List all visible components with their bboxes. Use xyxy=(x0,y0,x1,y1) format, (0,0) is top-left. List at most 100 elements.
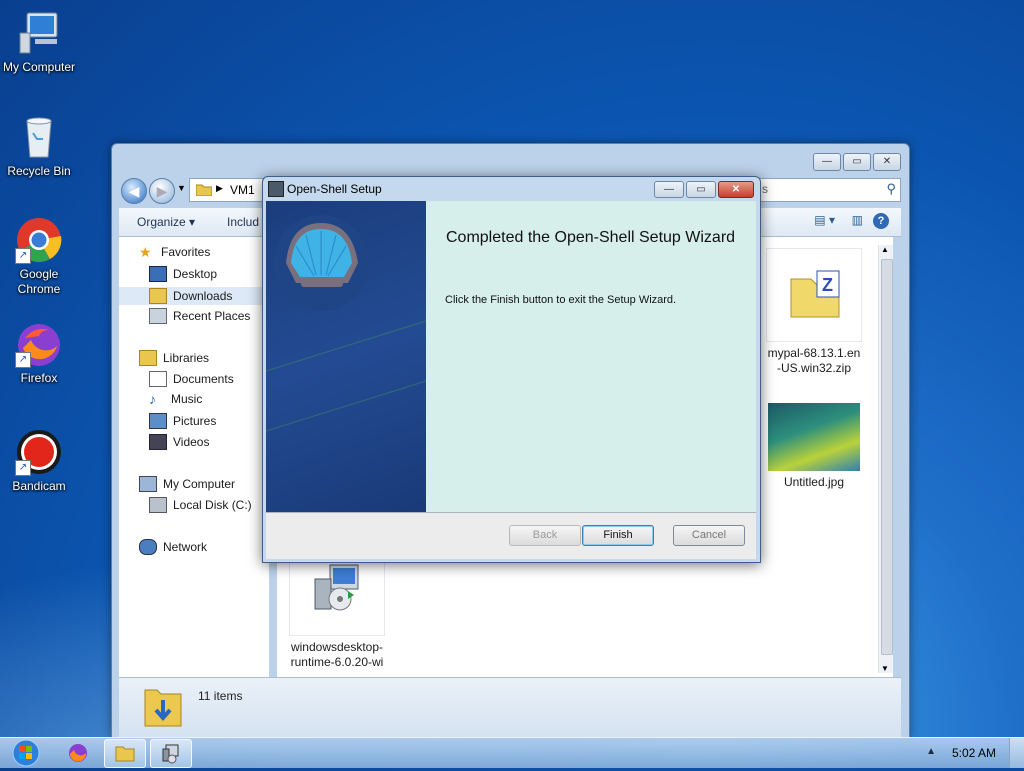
item-count: 11 items xyxy=(198,689,243,703)
taskbar: ▲ 5:02 AM xyxy=(0,737,1024,768)
nav-item-pictures[interactable]: Pictures xyxy=(149,413,216,429)
nav-item-recent-places[interactable]: Recent Places xyxy=(149,308,250,324)
include-in-library-button[interactable]: Includ xyxy=(227,215,259,229)
dialog-title: Open-Shell Setup xyxy=(287,182,382,196)
image-thumbnail-icon xyxy=(768,403,860,471)
zip-archive-icon: Z xyxy=(766,248,862,342)
file-label: mypal-68.13.1.en-US.win32.zip xyxy=(767,346,861,375)
desktop-icon-firefox[interactable]: ↗ Firefox xyxy=(1,320,77,386)
breadcrumb[interactable]: VM1 xyxy=(230,183,255,197)
scrollbar-thumb[interactable] xyxy=(881,259,893,655)
firefox-icon: ↗ xyxy=(15,320,63,368)
preview-pane-icon[interactable]: ▥ xyxy=(852,213,863,227)
back-nav-button[interactable]: ◀ xyxy=(121,178,147,204)
organize-button[interactable]: Organize ▾ xyxy=(137,215,195,229)
breadcrumb-separator-icon: ▶ xyxy=(216,183,223,193)
nav-item-my-computer[interactable]: My Computer xyxy=(139,476,235,492)
hard-disk-icon xyxy=(149,497,167,513)
minimize-button[interactable]: — xyxy=(813,153,841,171)
navigation-pane: ★ Favorites Desktop Downloads Recent Pla… xyxy=(119,237,269,677)
nav-item-libraries[interactable]: Libraries xyxy=(139,350,209,366)
scroll-down-icon[interactable]: ▼ xyxy=(881,664,889,673)
folder-icon xyxy=(196,184,212,196)
view-options-icon[interactable]: ▤ ▾ xyxy=(814,213,835,227)
wizard-banner xyxy=(265,201,427,512)
desktop-icon-label: Google Chrome xyxy=(17,267,61,296)
taskbar-explorer-button[interactable] xyxy=(104,739,146,768)
taskbar-firefox-button[interactable] xyxy=(58,739,98,766)
forward-nav-button[interactable]: ▶ xyxy=(149,178,175,204)
dialog-window-controls: — ▭ ✕ xyxy=(654,181,754,198)
dialog-minimize-button[interactable]: — xyxy=(654,181,684,198)
search-input[interactable]: s ⚲ xyxy=(759,178,901,202)
network-icon xyxy=(139,539,157,555)
computer-icon xyxy=(139,476,157,492)
computer-icon xyxy=(15,9,63,57)
shortcut-arrow-icon: ↗ xyxy=(15,352,31,368)
nav-item-documents[interactable]: Documents xyxy=(149,371,234,387)
windows-logo-icon xyxy=(12,739,40,767)
file-item-zip[interactable]: Z mypal-68.13.1.en-US.win32.zip xyxy=(766,248,862,376)
firefox-icon xyxy=(69,744,87,762)
shortcut-arrow-icon: ↗ xyxy=(15,248,31,264)
recycle-bin-icon xyxy=(15,113,63,161)
wizard-message: Click the Finish button to exit the Setu… xyxy=(445,294,677,306)
details-pane: 11 items xyxy=(119,677,901,738)
show-hidden-icons-button[interactable]: ▲ xyxy=(926,746,936,757)
file-item-exe[interactable]: windowsdesktop-runtime-6.0.20-win-x64.ex… xyxy=(289,563,385,670)
cancel-button[interactable]: Cancel xyxy=(673,525,745,546)
recent-pages-dropdown-icon[interactable]: ▼ xyxy=(177,183,186,193)
nav-item-videos[interactable]: Videos xyxy=(149,434,209,450)
desktop-icon-label: My Computer xyxy=(2,60,76,74)
maximize-button[interactable]: ▭ xyxy=(843,153,871,171)
folder-icon xyxy=(115,746,135,762)
file-item-jpg[interactable]: Untitled.jpg xyxy=(766,403,862,490)
dialog-close-button[interactable]: ✕ xyxy=(718,181,754,198)
nav-item-favorites[interactable]: ★ Favorites xyxy=(139,245,210,259)
nav-item-downloads[interactable]: Downloads xyxy=(119,287,263,305)
documents-icon xyxy=(149,371,167,387)
search-icon[interactable]: ⚲ xyxy=(886,181,896,197)
desktop-icon-label: Recycle Bin xyxy=(7,164,71,178)
nav-item-network[interactable]: Network xyxy=(139,539,207,555)
desktop-icon-bandicam[interactable]: ↗ Bandicam xyxy=(1,428,77,494)
recent-places-icon xyxy=(149,308,167,324)
videos-icon xyxy=(149,434,167,450)
downloads-folder-icon xyxy=(144,689,182,727)
bandicam-icon: ↗ xyxy=(15,428,63,476)
nav-item-music[interactable]: ♪ Music xyxy=(149,392,202,406)
libraries-icon xyxy=(139,350,157,366)
file-label: Untitled.jpg xyxy=(783,475,845,489)
system-clock[interactable]: 5:02 AM xyxy=(952,746,996,760)
open-shell-logo-icon xyxy=(265,215,427,432)
file-label: windowsdesktop-runtime-6.0.20-win-x64.ex… xyxy=(290,640,384,669)
scroll-up-icon[interactable]: ▲ xyxy=(881,245,889,254)
desktop-icon xyxy=(149,266,167,282)
desktop-icon-chrome[interactable]: ↗ Google Chrome xyxy=(1,216,77,297)
installer-icon xyxy=(162,744,179,764)
help-icon[interactable]: ? xyxy=(873,213,889,229)
dialog-footer: Back Finish Cancel xyxy=(266,513,756,559)
wizard-content: Completed the Open-Shell Setup Wizard Cl… xyxy=(426,201,756,512)
chrome-icon: ↗ xyxy=(15,216,63,264)
dialog-body: Completed the Open-Shell Setup Wizard Cl… xyxy=(265,201,756,559)
wizard-heading: Completed the Open-Shell Setup Wizard xyxy=(446,229,736,246)
start-button[interactable] xyxy=(8,738,42,768)
taskbar-setup-button[interactable] xyxy=(150,739,192,768)
desktop-icon-my-computer[interactable]: My Computer xyxy=(1,9,77,75)
back-button[interactable]: Back xyxy=(509,525,581,546)
setup-app-icon xyxy=(268,181,284,197)
vertical-scrollbar[interactable]: ▲ ▼ xyxy=(878,245,893,673)
explorer-window-controls: — ▭ ✕ xyxy=(813,153,901,171)
dialog-maximize-button[interactable]: ▭ xyxy=(686,181,716,198)
close-button[interactable]: ✕ xyxy=(873,153,901,171)
finish-button[interactable]: Finish xyxy=(582,525,654,546)
pictures-icon xyxy=(149,413,167,429)
nav-item-local-disk[interactable]: Local Disk (C:) xyxy=(149,497,252,513)
music-icon: ♪ xyxy=(149,391,156,407)
downloads-folder-icon xyxy=(149,288,167,304)
setup-dialog[interactable]: Open-Shell Setup — ▭ ✕ Completed the Ope… xyxy=(262,176,761,563)
desktop-icon-recycle-bin[interactable]: Recycle Bin xyxy=(1,113,77,179)
nav-item-desktop[interactable]: Desktop xyxy=(149,266,217,282)
show-desktop-button[interactable] xyxy=(1009,738,1024,768)
